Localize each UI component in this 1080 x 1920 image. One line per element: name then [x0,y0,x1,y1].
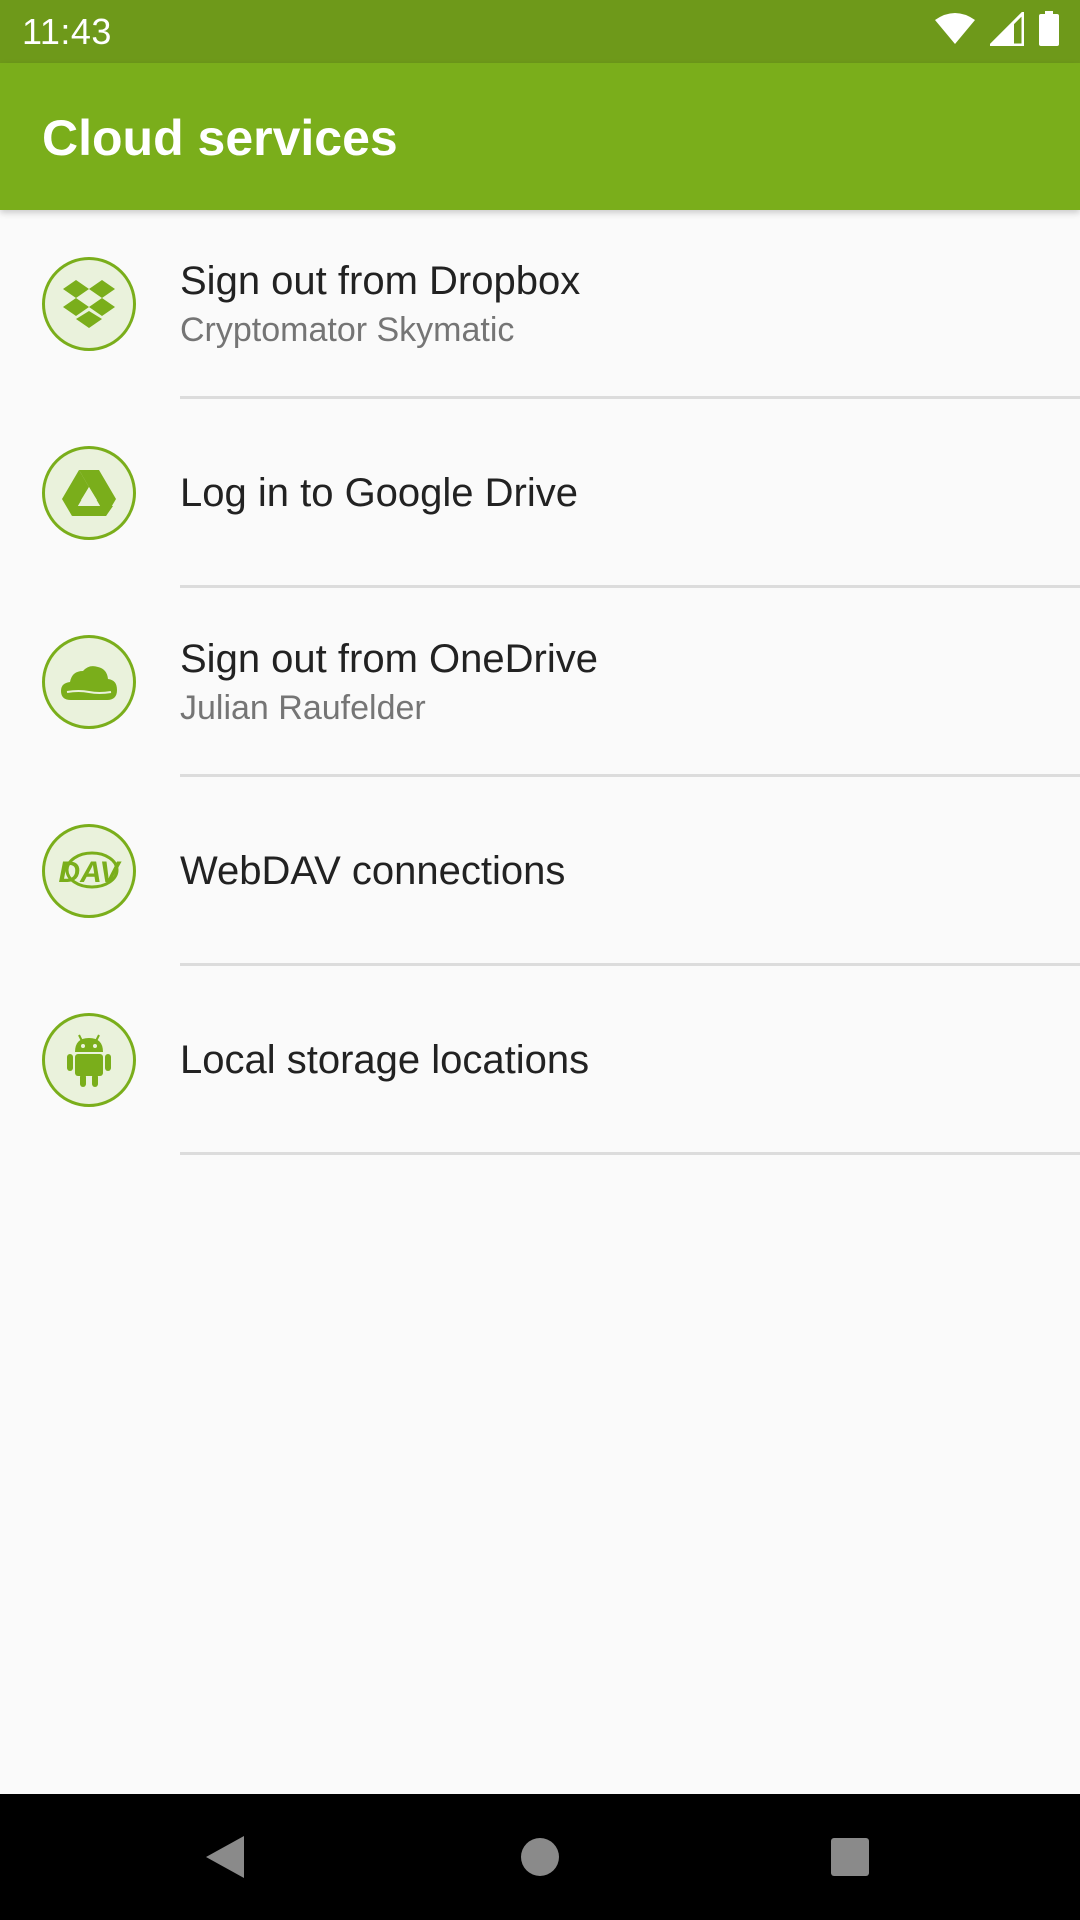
list-item-title: Local storage locations [180,1037,590,1082]
back-button[interactable] [145,1794,305,1920]
status-icons [934,8,1060,52]
android-icon [42,1013,136,1107]
list-item-text: Local storage locations [180,966,1060,1153]
list-item-text: Sign out from OneDrive Julian Raufelder [180,588,1060,775]
back-icon [206,1836,244,1878]
list-item-title: Sign out from OneDrive [180,636,598,681]
recents-button[interactable] [770,1794,930,1920]
cloud-services-list: Sign out from Dropbox Cryptomator Skymat… [0,210,1080,1794]
status-time: 11:43 [22,11,112,52]
list-item-google-drive[interactable]: Log in to Google Drive [0,399,1080,588]
list-item-text: Log in to Google Drive [180,399,1060,586]
list-item-onedrive[interactable]: Sign out from OneDrive Julian Raufelder [0,588,1080,777]
google-drive-icon [42,446,136,540]
app-bar: Cloud services [0,63,1080,210]
list-item-title: WebDAV connections [180,848,566,893]
list-item-text: Sign out from Dropbox Cryptomator Skymat… [180,210,1060,397]
page-title: Cloud services [42,110,398,166]
divider [180,1152,1080,1155]
list-item-text: WebDAV connections [180,777,1060,964]
battery-icon [1038,10,1060,52]
list-item-subtitle: Cryptomator Skymatic [180,310,515,349]
navigation-bar [0,1794,1080,1920]
list-item-local-storage[interactable]: Local storage locations [0,966,1080,1155]
svg-text:DAV: DAV [58,856,122,889]
dropbox-icon [42,257,136,351]
status-bar: 11:43 [0,0,1080,63]
list-item-title: Log in to Google Drive [180,470,579,515]
cellular-signal-icon [987,8,1025,51]
list-item-title: Sign out from Dropbox [180,258,581,303]
home-icon [521,1838,559,1876]
list-item-dropbox[interactable]: Sign out from Dropbox Cryptomator Skymat… [0,210,1080,399]
webdav-icon: DAV [42,824,136,918]
recents-icon [831,1838,869,1876]
onedrive-icon [42,635,136,729]
home-button[interactable] [460,1794,620,1920]
list-item-subtitle: Julian Raufelder [180,688,426,727]
wifi-icon [934,12,976,50]
list-item-webdav[interactable]: DAV WebDAV connections [0,777,1080,966]
